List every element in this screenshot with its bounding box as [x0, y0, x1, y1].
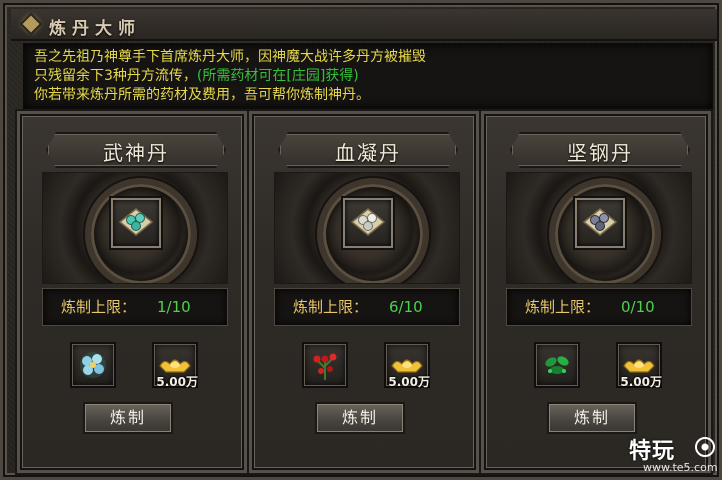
- craft-limit-label: 炼制上限：: [293, 298, 369, 316]
- craft-limit: 炼制上限： 0/10: [506, 288, 692, 326]
- craft-limit-value: 1/10: [157, 298, 191, 316]
- teal-pill-icon: [118, 208, 154, 236]
- craft-limit: 炼制上限： 1/10: [42, 288, 228, 326]
- title-ornament-icon: [22, 15, 40, 33]
- pill-slot[interactable]: [111, 198, 161, 248]
- recipe-art: [274, 172, 460, 284]
- material-slot[interactable]: [70, 342, 116, 388]
- craft-limit-value: 0/10: [621, 298, 655, 316]
- gold-cost-slot[interactable]: 5.00万: [384, 342, 430, 389]
- recipe-panel-jiangang: 坚钢丹 炼制上限： 0/10 5.00万 炼制: [481, 111, 711, 473]
- craft-button[interactable]: 炼制: [315, 402, 405, 434]
- craft-button[interactable]: 炼制: [83, 402, 173, 434]
- gold-cost-slot[interactable]: 5.00万: [152, 342, 198, 389]
- materials: 5.00万: [274, 330, 458, 404]
- recipe-name: 武神丹: [103, 141, 169, 165]
- gold-cost-slot[interactable]: 5.00万: [616, 342, 662, 389]
- recipe-name-plate: 血凝丹: [278, 132, 458, 168]
- gold-cost-amount: 5.00万: [620, 375, 662, 389]
- alchemy-window: 炼丹大师 吾之先祖乃神尊手下首席炼丹大师，因神魔大战许多丹方被摧毁 只残留余下3…: [0, 0, 722, 480]
- title-bar: 炼丹大师: [11, 9, 717, 41]
- intro-line-2-text: 只残留余下3种丹方流传，: [34, 68, 197, 84]
- recipe-name: 血凝丹: [335, 141, 401, 165]
- npc-dialog-text: 吾之先祖乃神尊手下首席炼丹大师，因神魔大战许多丹方被摧毁 只残留余下3种丹方流传…: [23, 43, 713, 109]
- craft-limit: 炼制上限： 6/10: [274, 288, 460, 326]
- red-berry-herb-icon: [313, 353, 337, 380]
- intro-line-2: 只残留余下3种丹方流传，(所需药材可在[庄园]获得): [34, 67, 702, 86]
- craft-limit-label: 炼制上限：: [525, 298, 601, 316]
- recipe-panel-wushen: 武神丹 炼制上限： 1/10 5.00万 炼制: [17, 111, 247, 473]
- window-title: 炼丹大师: [49, 19, 141, 39]
- craft-button[interactable]: 炼制: [547, 402, 637, 434]
- material-slot[interactable]: [302, 342, 348, 388]
- pill-slot[interactable]: [575, 198, 625, 248]
- silver-pill-icon: [350, 208, 386, 236]
- watermark-logo-icon: [695, 437, 715, 457]
- gold-cost-amount: 5.00万: [388, 375, 430, 389]
- recipe-art: [42, 172, 228, 284]
- gold-cost-amount: 5.00万: [156, 375, 198, 389]
- recipe-name: 坚钢丹: [567, 141, 633, 165]
- craft-limit-value: 6/10: [389, 298, 423, 316]
- green-leaf-herb-icon: [545, 356, 569, 374]
- recipe-panel-xuening: 血凝丹 炼制上限： 6/10 5.00万 炼制: [249, 111, 479, 473]
- intro-line-1: 吾之先祖乃神尊手下首席炼丹大师，因神魔大战许多丹方被摧毁: [34, 49, 426, 65]
- materials: 5.00万: [506, 330, 690, 404]
- blue-flower-herb-icon: [80, 352, 106, 378]
- watermark: 特玩 www.te5.com: [629, 433, 721, 479]
- materials: 5.00万: [42, 330, 226, 404]
- pill-slot[interactable]: [343, 198, 393, 248]
- intro-line-2-hint: (所需药材可在[庄园]获得): [196, 68, 359, 84]
- intro-line-3: 你若带来炼丹所需的药材及费用，吾可帮你炼制神丹。: [34, 87, 370, 103]
- recipe-name-plate: 坚钢丹: [510, 132, 690, 168]
- dark-pill-icon: [582, 208, 618, 236]
- recipe-art: [506, 172, 692, 284]
- craft-limit-label: 炼制上限：: [61, 298, 137, 316]
- recipe-name-plate: 武神丹: [46, 132, 226, 168]
- material-slot[interactable]: [534, 342, 580, 388]
- watermark-url: www.te5.com: [643, 461, 718, 474]
